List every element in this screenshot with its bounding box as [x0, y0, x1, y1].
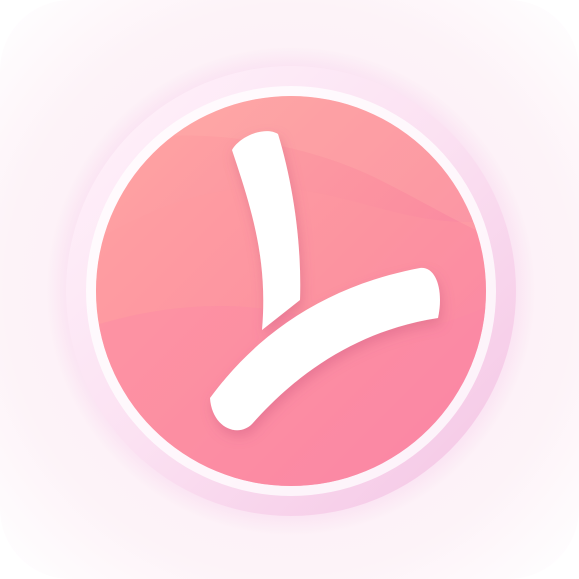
- app-icon-tile: [0, 0, 579, 579]
- pink-clock-check-icon: [0, 0, 579, 579]
- app-icon-canvas: [0, 0, 579, 579]
